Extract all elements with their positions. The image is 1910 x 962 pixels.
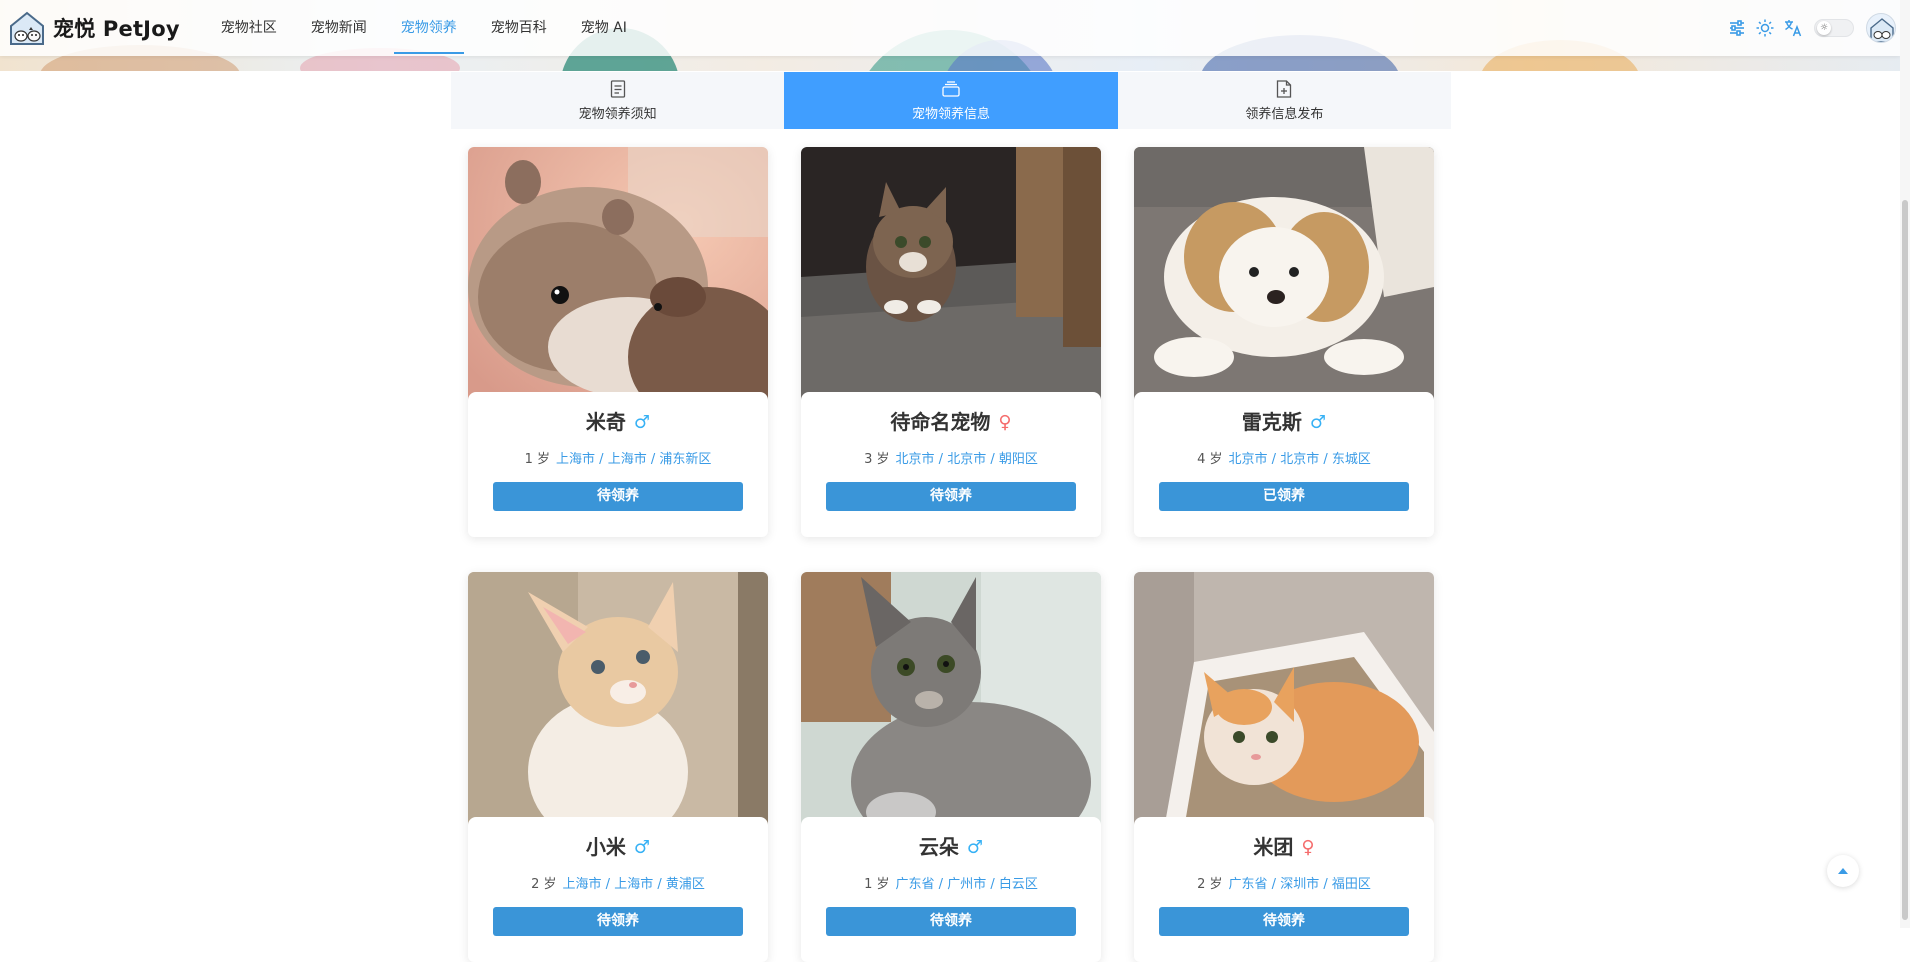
pet-location: 上海市 / 上海市 / 浦东新区 <box>556 452 712 467</box>
tab-adoption-info[interactable]: 宠物领养信息 <box>784 72 1118 129</box>
pet-card[interactable]: 待命名宠物 ♀ 3 岁北京市 / 北京市 / 朝阳区 待领养 <box>801 147 1101 537</box>
pet-name: 待命名宠物 <box>890 410 991 434</box>
nav-item-community[interactable]: 宠物社区 <box>204 0 294 56</box>
pet-photo-orange-kitten <box>468 572 768 829</box>
pet-photo-tabby-kitten <box>801 147 1101 404</box>
male-icon: ♂ <box>633 837 651 858</box>
pet-name: 云朵 <box>918 835 959 859</box>
pet-info: 云朵 ♂ 1 岁广东省 / 广州市 / 白云区 待领养 <box>801 817 1101 950</box>
pet-info: 雷克斯 ♂ 4 岁北京市 / 北京市 / 东城区 已领养 <box>1134 392 1434 525</box>
pet-name: 小米 <box>585 835 626 859</box>
tab-publish-adoption[interactable]: 领养信息发布 <box>1118 72 1451 129</box>
top-navbar: 宠悦 PetJoy 宠物社区 宠物新闻 宠物领养 宠物百科 宠物 AI ☼ <box>0 0 1900 56</box>
pet-card[interactable]: 米团 ♀ 2 岁广东省 / 深圳市 / 福田区 待领养 <box>1134 572 1434 962</box>
pet-info: 小米 ♂ 2 岁上海市 / 上海市 / 黄浦区 待领养 <box>468 817 768 950</box>
pet-name: 米奇 <box>585 410 626 434</box>
avatar[interactable] <box>1866 13 1896 43</box>
document-icon <box>610 79 626 99</box>
adoption-status-button[interactable]: 待领养 <box>826 482 1076 511</box>
pet-name: 雷克斯 <box>1241 410 1302 434</box>
pet-age: 2 岁 <box>531 877 557 892</box>
pet-age: 3 岁 <box>864 452 890 467</box>
pet-card[interactable]: 雷克斯 ♂ 4 岁北京市 / 北京市 / 东城区 已领养 <box>1134 147 1434 537</box>
female-icon: ♀ <box>1301 837 1315 858</box>
sliders-icon[interactable] <box>1724 15 1750 41</box>
pet-card[interactable]: 米奇 ♂ 1 岁上海市 / 上海市 / 浦东新区 待领养 <box>468 147 768 537</box>
pet-photo-gray-cat <box>801 572 1101 829</box>
tab-label: 宠物领养须知 <box>578 107 657 122</box>
pet-location: 广东省 / 深圳市 / 福田区 <box>1228 877 1371 892</box>
pet-info: 待命名宠物 ♀ 3 岁北京市 / 北京市 / 朝阳区 待领养 <box>801 392 1101 525</box>
nav-item-news[interactable]: 宠物新闻 <box>294 0 384 56</box>
logo[interactable]: 宠悦 PetJoy <box>7 8 180 48</box>
adoption-status-button[interactable]: 待领养 <box>1159 907 1409 936</box>
caret-up-icon <box>1838 868 1848 874</box>
pet-info: 米奇 ♂ 1 岁上海市 / 上海市 / 浦东新区 待领养 <box>468 392 768 525</box>
adoption-status-button[interactable]: 待领养 <box>493 482 743 511</box>
pet-photo-hamster <box>468 147 768 404</box>
layers-icon <box>942 79 960 99</box>
pet-info: 米团 ♀ 2 岁广东省 / 深圳市 / 福田区 待领养 <box>1134 817 1434 950</box>
logo-icon <box>7 8 47 48</box>
male-icon: ♂ <box>1309 412 1327 433</box>
male-icon: ♂ <box>633 412 651 433</box>
pet-photo-puppy <box>1134 147 1434 404</box>
back-to-top-button[interactable] <box>1827 855 1859 887</box>
adoption-tabs: 宠物领养须知 宠物领养信息 领养信息发布 <box>451 72 1451 129</box>
translate-icon[interactable] <box>1780 15 1806 41</box>
tab-label: 宠物领养信息 <box>911 107 990 122</box>
theme-toggle[interactable]: ☼ <box>1814 19 1854 37</box>
pet-age: 2 岁 <box>1197 877 1223 892</box>
adoption-status-button[interactable]: 待领养 <box>826 907 1076 936</box>
pet-photo-litter-kitten <box>1134 572 1434 829</box>
page-scrollbar[interactable] <box>1900 0 1910 928</box>
adoption-status-button[interactable]: 待领养 <box>493 907 743 936</box>
male-icon: ♂ <box>966 837 984 858</box>
pet-card[interactable]: 小米 ♂ 2 岁上海市 / 上海市 / 黄浦区 待领养 <box>468 572 768 962</box>
main-nav: 宠物社区 宠物新闻 宠物领养 宠物百科 宠物 AI <box>204 0 644 56</box>
pet-age: 1 岁 <box>524 452 551 467</box>
tab-adoption-notice[interactable]: 宠物领养须知 <box>451 72 784 129</box>
tab-label: 领养信息发布 <box>1245 107 1324 122</box>
scrollbar-thumb[interactable] <box>1902 200 1908 920</box>
nav-item-ai[interactable]: 宠物 AI <box>564 0 644 56</box>
document-add-icon <box>1276 79 1292 99</box>
pet-age: 1 岁 <box>864 877 890 892</box>
sun-icon[interactable] <box>1752 15 1778 41</box>
adoption-status-button[interactable]: 已领养 <box>1159 482 1409 511</box>
pet-age: 4 岁 <box>1197 452 1223 467</box>
sun-small-icon: ☼ <box>1817 21 1831 35</box>
pet-location: 北京市 / 北京市 / 东城区 <box>1228 452 1371 467</box>
pet-card[interactable]: 云朵 ♂ 1 岁广东省 / 广州市 / 白云区 待领养 <box>801 572 1101 962</box>
logo-text: 宠悦 PetJoy <box>53 17 180 41</box>
pet-location: 北京市 / 北京市 / 朝阳区 <box>895 452 1038 467</box>
pet-location: 上海市 / 上海市 / 黄浦区 <box>562 877 705 892</box>
nav-item-adoption[interactable]: 宠物领养 <box>384 0 474 56</box>
pet-name: 米团 <box>1253 835 1294 859</box>
nav-item-encyclopedia[interactable]: 宠物百科 <box>474 0 564 56</box>
female-icon: ♀ <box>998 412 1012 433</box>
pet-location: 广东省 / 广州市 / 白云区 <box>895 877 1038 892</box>
